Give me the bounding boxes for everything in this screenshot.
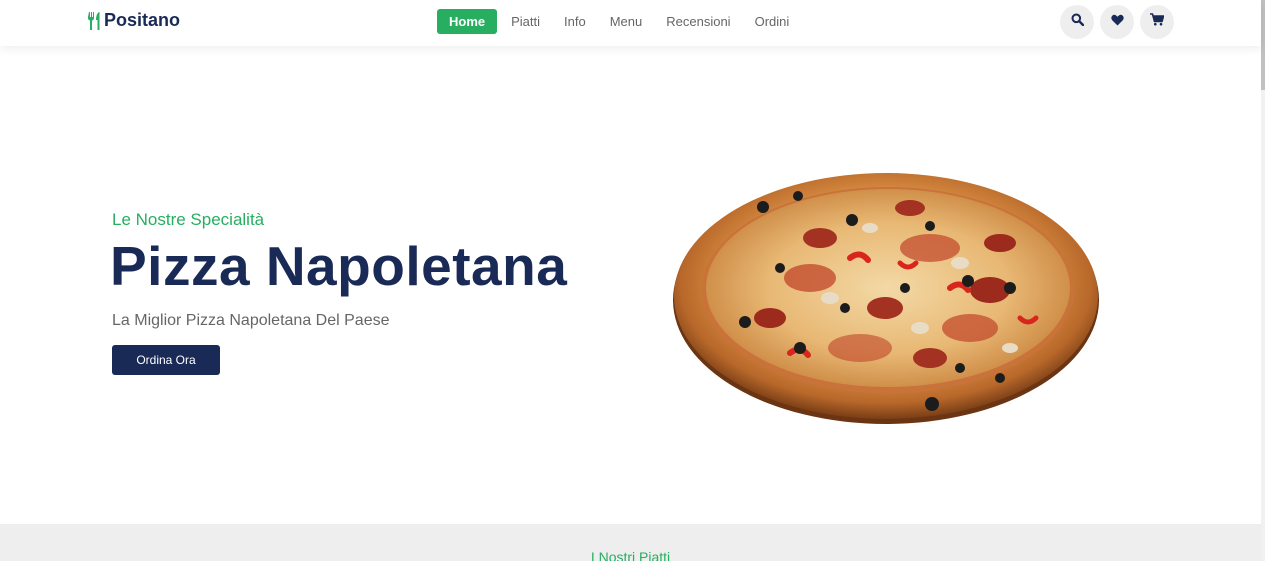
hero-subtitle: Le Nostre Specialità (112, 210, 265, 229)
logo[interactable]: Positano (86, 10, 180, 31)
header-icons (1060, 5, 1174, 39)
heart-icon (1110, 13, 1124, 31)
dishes-section: I Nostri Piatti (0, 524, 1261, 561)
nav-recensioni[interactable]: Recensioni (654, 9, 742, 34)
cart-icon (1150, 13, 1165, 31)
hero-section: Le Nostre Specialità Pizza Napoletana La… (0, 46, 1261, 524)
nav-menu[interactable]: Menu (598, 9, 655, 34)
utensils-icon (86, 11, 102, 31)
order-now-button[interactable]: Ordina Ora (112, 345, 220, 375)
scrollbar[interactable] (1261, 0, 1265, 561)
pizza-image (670, 168, 1100, 433)
hero-title: Pizza Napoletana (110, 235, 568, 297)
nav-home[interactable]: Home (437, 9, 498, 34)
hero-tagline: La Miglior Pizza Napoletana Del Paese (112, 312, 390, 329)
wishlist-button[interactable] (1100, 5, 1134, 39)
nav-piatti[interactable]: Piatti (499, 9, 552, 34)
nav-info[interactable]: Info (552, 9, 598, 34)
search-icon (1071, 13, 1084, 31)
scrollbar-thumb[interactable] (1261, 0, 1265, 90)
section-heading: I Nostri Piatti (590, 549, 671, 561)
nav-ordini[interactable]: Ordini (743, 9, 802, 34)
site-header: Positano Home Piatti Info Menu Recension… (0, 0, 1261, 46)
search-button[interactable] (1060, 5, 1094, 39)
logo-text: Positano (104, 10, 181, 30)
cart-button[interactable] (1140, 5, 1174, 39)
main-nav: Home Piatti Info Menu Recensioni Ordini (437, 9, 801, 34)
